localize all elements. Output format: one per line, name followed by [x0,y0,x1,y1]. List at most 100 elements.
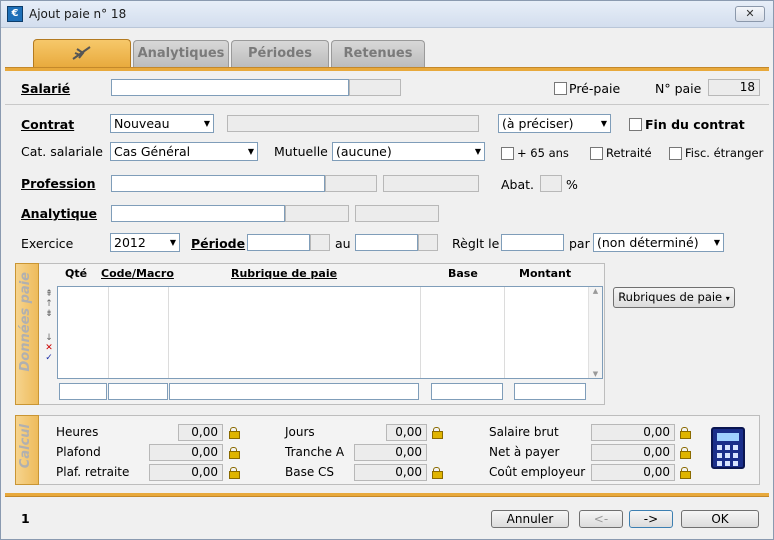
exercice-select[interactable]: 2012 ▼ [110,233,180,252]
fisc-etranger-checkbox[interactable] [669,147,682,160]
plafond-label: Plafond [56,445,101,459]
scroll-down-icon[interactable]: ▼ [589,370,602,378]
fisc-etranger-label: Fisc. étranger [685,146,764,160]
reglt-input[interactable] [501,234,564,251]
periode-end-input[interactable] [355,234,418,251]
delete-icon[interactable]: ✕ [43,343,55,353]
rubriques-grid[interactable]: ▲ ▼ [57,286,603,379]
mutuelle-label: Mutuelle [274,144,328,159]
salaire-brut-field: 0,00 [591,424,675,441]
periode-start-btn[interactable] [310,234,330,251]
heures-field: 0,00 [178,424,223,441]
lock-icon [432,427,443,439]
footer-bar [5,493,769,497]
par-select[interactable]: (non déterminé) ▼ [593,233,724,252]
plaf-retraite-field: 0,00 [149,464,223,481]
tab-periodes[interactable]: Périodes [231,40,329,67]
lock-icon [680,447,691,459]
base-cs-field: 0,00 [354,464,427,481]
dialog-window: € Ajout paie n° 18 ✕ Analytiques Période… [0,0,774,540]
chevron-down-icon: ▼ [713,238,720,247]
separator [5,104,769,105]
col-qte-header: Qté [65,267,88,280]
donnees-paie-title: Données paie [18,272,33,372]
scroll-up-icon[interactable]: ▲ [589,287,602,295]
heures-label: Heures [56,425,99,439]
rubriques-button[interactable]: Rubriques de paie ▾ [613,287,735,308]
close-button[interactable]: ✕ [735,6,765,22]
airplane-icon [72,46,91,60]
calcul-title: Calcul [18,424,33,469]
periode-start-input[interactable] [247,234,310,251]
next-button[interactable]: -> [629,510,673,528]
jours-field: 0,00 [386,424,427,441]
tab-main[interactable] [33,39,131,68]
fin-contrat-checkbox[interactable] [629,118,642,131]
calcul-vtab: Calcul [15,415,39,485]
tranche-a-label: Tranche A [285,445,345,459]
ok-button[interactable]: OK [681,510,759,528]
exercice-label: Exercice [21,236,74,251]
profession-input[interactable] [111,175,325,192]
move-up-icon[interactable]: ↑ [43,299,55,309]
validate-icon[interactable]: ✓ [43,353,55,363]
prepaie-label: Pré-paie [569,81,621,96]
prev-button[interactable]: <- [579,510,623,528]
cout-employeur-field: 0,00 [591,464,675,481]
retraite-label: Retraité [606,146,652,160]
move-down-icon[interactable]: ⇟ [43,309,55,319]
move-top-icon[interactable]: ⇞ [43,289,55,299]
title-bar: € Ajout paie n° 18 ✕ [1,1,773,28]
pct-label: % [566,177,578,192]
chevron-down-icon: ▼ [247,147,254,156]
analytique-input[interactable] [111,205,285,222]
periode-label: Période [191,236,246,251]
rubriques-button-label: Rubriques de paie [618,290,723,304]
donnees-paie-vtab: Données paie [15,263,39,405]
retraite-checkbox[interactable] [590,147,603,160]
page-number: 1 [21,511,30,526]
abat-field [540,175,562,192]
par-label: par [569,236,590,251]
exercice-value: 2012 [114,235,146,250]
plafond-field: 0,00 [149,444,223,461]
contrat-select[interactable]: Nouveau ▼ [110,114,214,133]
net-payer-label: Net à payer [489,445,560,459]
calculator-icon[interactable] [711,427,745,469]
contrat-label: Contrat [21,117,75,132]
tab-retenues[interactable]: Retenues [331,40,425,67]
contrat-type-select[interactable]: (à préciser) ▼ [498,114,611,133]
annuler-button[interactable]: Annuler [491,510,569,528]
mutuelle-select[interactable]: (aucune) ▼ [332,142,485,161]
prepaie-checkbox[interactable] [554,82,567,95]
plus65-checkbox[interactable] [501,147,514,160]
arrow-down-icon[interactable]: ↓ [43,333,55,343]
cat-value: Cas Général [114,144,191,159]
cat-select[interactable]: Cas Général ▼ [110,142,258,161]
salaire-brut-label: Salaire brut [489,425,559,439]
au-label: au [335,236,351,251]
salarie-input[interactable] [111,79,349,96]
lock-icon [680,467,691,479]
tranche-a-field: 0,00 [354,444,427,461]
entry-base-input[interactable] [431,383,503,400]
entry-qte-input[interactable] [59,383,107,400]
profession-detail-field [383,175,479,192]
plaf-retraite-label: Plaf. retraite [56,465,130,479]
contrat-detail-field [227,115,479,132]
salarie-label: Salarié [21,81,71,96]
analytique-code-field [285,205,349,222]
entry-montant-input[interactable] [514,383,586,400]
col-rubrique-header: Rubrique de paie [231,267,338,280]
lock-icon [432,467,443,479]
entry-rubrique-input[interactable] [169,383,419,400]
tab-analytiques[interactable]: Analytiques [133,40,229,67]
salarie-code-field [349,79,401,96]
row-tools: ⇞ ↑ ⇟ ↓ ✕ ✓ [43,289,55,363]
periode-end-btn[interactable] [418,234,438,251]
col-base-header: Base [448,267,478,280]
entry-code-input[interactable] [108,383,168,400]
par-value: (non déterminé) [597,235,699,250]
lock-icon [229,467,240,479]
scrollbar[interactable]: ▲ ▼ [588,287,602,378]
